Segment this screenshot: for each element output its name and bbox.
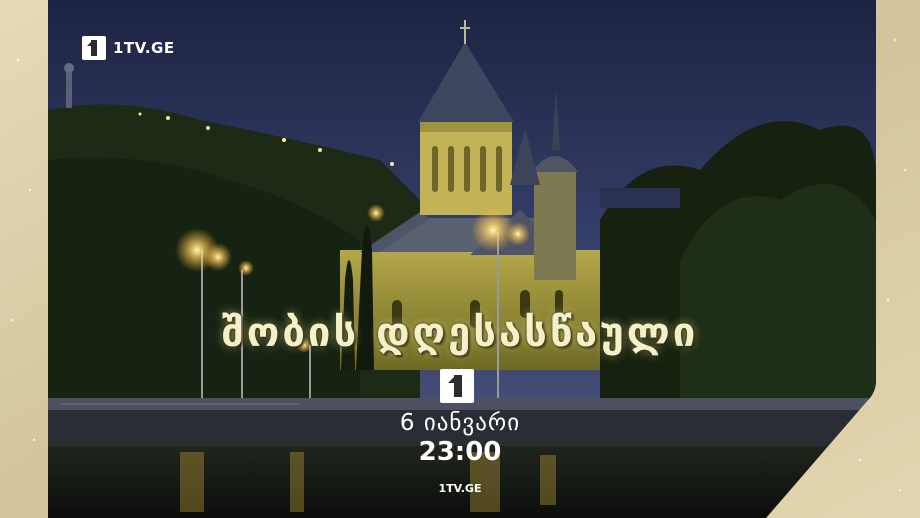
logo-text: 1TV.GE bbox=[113, 39, 175, 57]
channel-logo-top: 1TV.GE bbox=[82, 36, 175, 60]
promo-title: შობის დღესასწაული bbox=[221, 310, 699, 356]
broadcast-date: 6 იანვარი bbox=[399, 410, 521, 436]
first-channel-logo-icon bbox=[82, 36, 106, 60]
website-url: 1TV.GE bbox=[438, 482, 482, 495]
promo-screen: 1TV.GE შობის დღესასწაული 6 იანვარი 23:00… bbox=[0, 0, 920, 518]
first-channel-logo-icon bbox=[440, 369, 474, 403]
broadcast-time: 23:00 bbox=[418, 437, 502, 467]
